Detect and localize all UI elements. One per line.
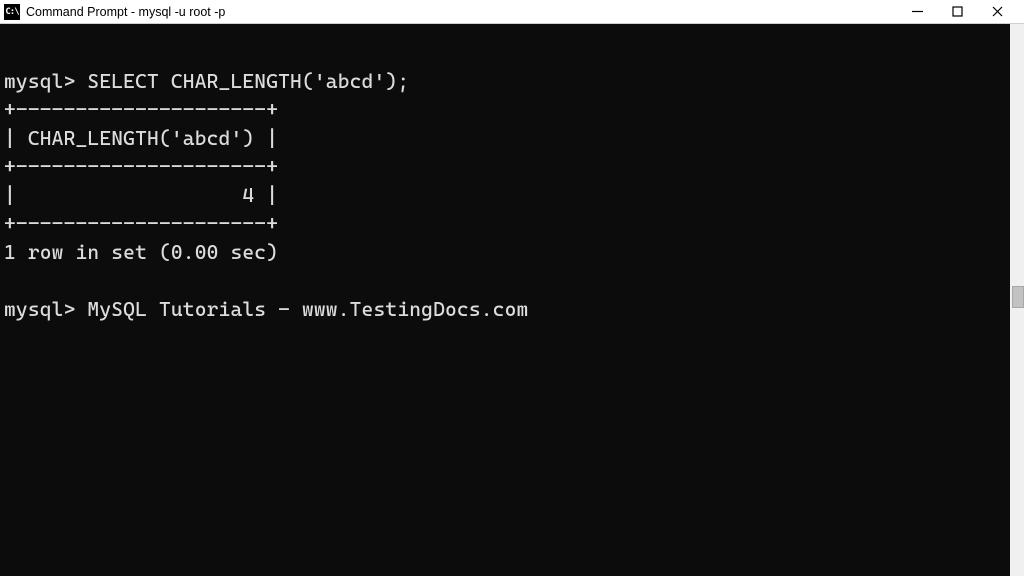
cmd-icon: C:\ [4,4,20,20]
window-titlebar[interactable]: C:\ Command Prompt - mysql -u root -p [0,0,1024,24]
terminal-line: 1 row in set (0.00 sec) [4,240,278,264]
command-prompt-window: C:\ Command Prompt - mysql -u root -p my… [0,0,1024,576]
terminal-line: +---------------------+ [4,211,278,235]
minimize-icon [912,6,923,17]
window-title: Command Prompt - mysql -u root -p [26,5,908,19]
scrollbar-thumb[interactable] [1012,286,1024,308]
terminal-line: mysql> MySQL Tutorials - www.TestingDocs… [4,297,528,321]
terminal-line: +---------------------+ [4,97,278,121]
terminal-output[interactable]: mysql> SELECT CHAR_LENGTH('abcd'); +----… [0,24,1024,576]
close-button[interactable] [988,3,1006,21]
maximize-icon [952,6,963,17]
close-icon [992,6,1003,17]
window-controls [908,3,1006,21]
minimize-button[interactable] [908,3,926,21]
terminal-line: mysql> SELECT CHAR_LENGTH('abcd'); [4,69,409,93]
terminal-line: +---------------------+ [4,154,278,178]
terminal-line: | CHAR_LENGTH('abcd') | [4,126,278,150]
terminal-line: | 4 | [4,183,278,207]
maximize-button[interactable] [948,3,966,21]
